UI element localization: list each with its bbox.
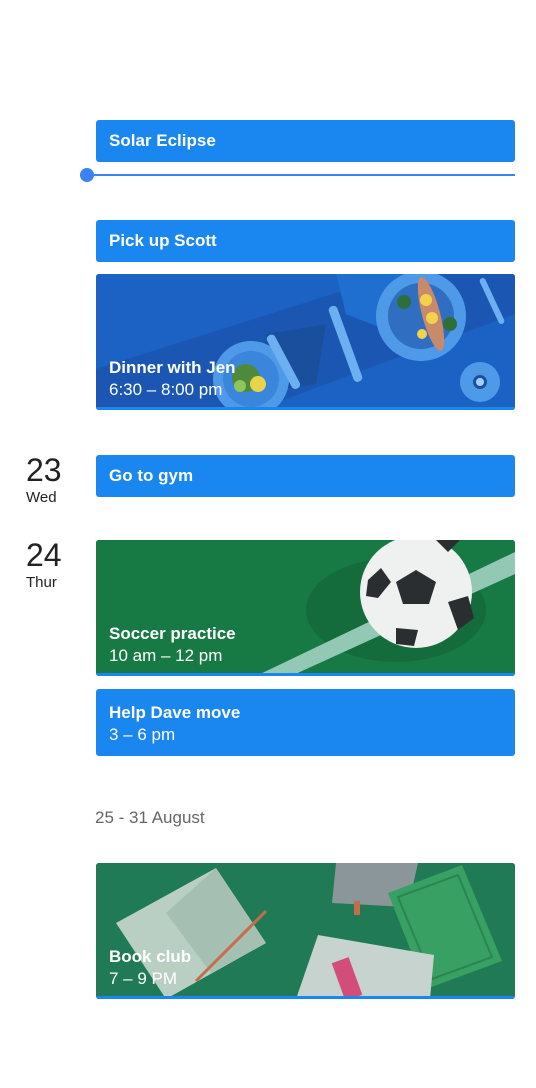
event-title: Pick up Scott	[109, 231, 217, 250]
week-range-header: 25 - 31 August	[95, 808, 205, 827]
event-title: Dinner with Jen	[109, 358, 236, 377]
event-underline	[96, 673, 515, 676]
event-title: Go to gym	[109, 466, 194, 485]
day-label: Wed	[26, 489, 57, 506]
current-time-dot	[80, 168, 94, 182]
event-book-club[interactable]: Book club 7 – 9 PM	[96, 863, 515, 999]
event-dinner-with-jen[interactable]: Dinner with Jen 6:30 – 8:00 pm	[96, 274, 515, 410]
event-soccer-practice[interactable]: Soccer practice 10 am – 12 pm	[96, 540, 515, 676]
event-pick-up-scott[interactable]: Pick up Scott	[96, 220, 515, 262]
event-title: Solar Eclipse	[109, 131, 216, 150]
event-title: Help Dave move	[109, 703, 241, 722]
event-underline	[96, 407, 515, 410]
current-time-line	[87, 174, 515, 176]
event-title: Soccer practice	[109, 624, 236, 643]
event-solar-eclipse[interactable]: Solar Eclipse	[96, 120, 515, 162]
event-help-dave-move[interactable]: Help Dave move 3 – 6 pm	[96, 689, 515, 756]
event-title: Book club	[109, 947, 192, 966]
event-time: 7 – 9 PM	[109, 969, 178, 988]
event-time: 6:30 – 8:00 pm	[109, 380, 223, 399]
day-number: 23	[26, 452, 62, 488]
day-label: Thur	[26, 574, 57, 591]
event-time: 3 – 6 pm	[109, 725, 176, 744]
event-go-to-gym[interactable]: Go to gym	[96, 455, 515, 497]
day-number: 24	[26, 537, 62, 573]
event-underline	[96, 996, 515, 999]
event-time: 10 am – 12 pm	[109, 646, 223, 665]
